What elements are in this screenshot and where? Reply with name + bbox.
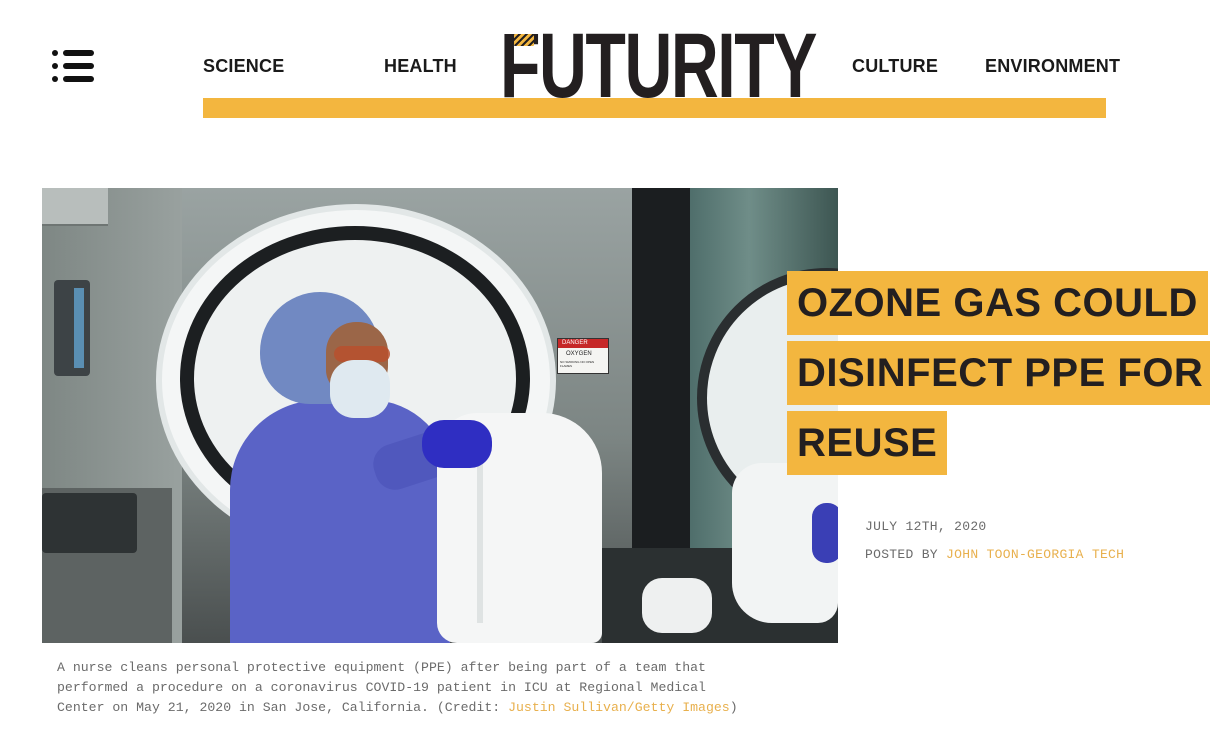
caption-close: ): [729, 700, 738, 715]
image-caption: A nurse cleans personal protective equip…: [57, 658, 757, 718]
nav-science[interactable]: SCIENCE: [203, 56, 284, 77]
danger-sign-middle: OXYGEN: [566, 351, 592, 357]
article-hero-image: DANGER OXYGEN NO SMOKING NO OPEN FLAMES: [42, 188, 838, 643]
title-line-3: REUSE: [787, 411, 948, 475]
caption-credit-link[interactable]: Justin Sullivan/Getty Images: [508, 700, 730, 715]
article-date: JULY 12TH, 2020: [865, 519, 987, 534]
nav-culture[interactable]: CULTURE: [852, 56, 938, 77]
medical-equipment: [42, 493, 137, 553]
glove-dispenser: [54, 280, 90, 376]
danger-sign-bottom: NO SMOKING NO OPEN FLAMES: [560, 360, 595, 368]
cloth-pile: [642, 578, 712, 633]
menu-list-icon[interactable]: [52, 50, 94, 82]
danger-oxygen-sign: DANGER OXYGEN NO SMOKING NO OPEN FLAMES: [557, 338, 609, 374]
nurse-glove: [422, 420, 492, 468]
logo-stripe-mark: [514, 34, 534, 46]
nav-environment[interactable]: ENVIRONMENT: [985, 56, 1120, 77]
article-title: OZONE GAS COULD DISINFECT PPE FOR REUSE: [787, 271, 1210, 481]
futurity-logo[interactable]: FUTURITY: [500, 20, 817, 112]
title-line-1: OZONE GAS COULD: [787, 271, 1208, 335]
nurse-mask: [330, 360, 390, 418]
posted-by-label: POSTED BY: [865, 547, 938, 562]
article-byline: POSTED BY JOHN TOON-GEORGIA TECH: [865, 541, 1124, 569]
wall-cabinet: [42, 188, 108, 226]
nav-health[interactable]: HEALTH: [384, 56, 457, 77]
glove-right: [812, 503, 838, 563]
author-link[interactable]: JOHN TOON-GEORGIA TECH: [946, 547, 1124, 562]
article-meta: JULY 12TH, 2020 POSTED BY JOHN TOON-GEOR…: [865, 513, 1124, 569]
title-line-2: DISINFECT PPE FOR: [787, 341, 1210, 405]
danger-sign-top: DANGER: [562, 340, 588, 346]
